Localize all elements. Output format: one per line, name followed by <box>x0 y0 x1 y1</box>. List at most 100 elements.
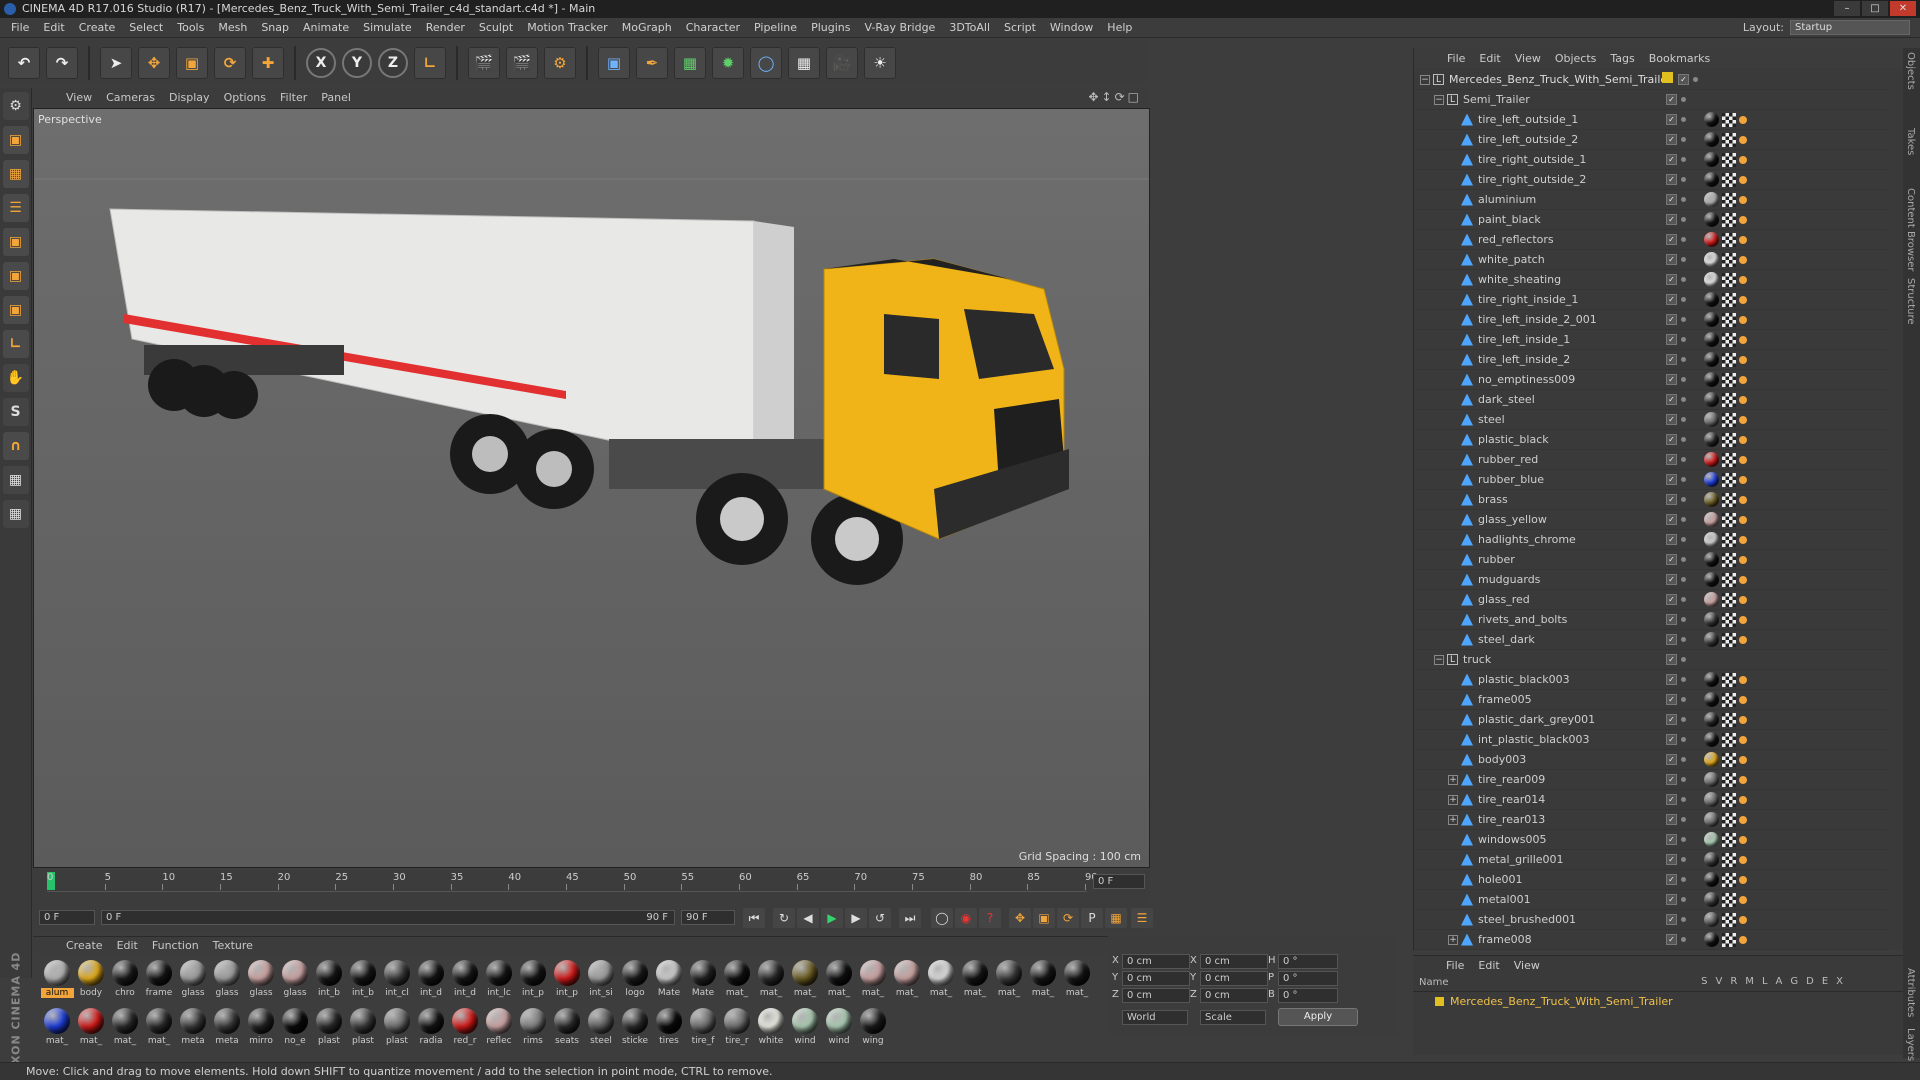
object-row[interactable]: tire_left_inside_1 ✓ <box>1414 330 1886 350</box>
array-generator-icon[interactable]: ✹ <box>712 47 744 79</box>
target-tag-icon[interactable] <box>1739 195 1747 204</box>
material-swatch[interactable]: mirro <box>244 1006 278 1054</box>
menu-motion-tracker[interactable]: Motion Tracker <box>520 21 614 34</box>
visibility-dot-icon[interactable] <box>1681 137 1686 142</box>
target-tag-icon[interactable] <box>1739 555 1747 564</box>
previous-frame-button[interactable]: ◀ <box>797 908 819 928</box>
material-swatch[interactable]: frame <box>142 958 176 1006</box>
side-tab-objects[interactable]: Objects <box>1905 52 1916 90</box>
coord-value-field[interactable]: 0 cm <box>1122 988 1190 1003</box>
minimize-button[interactable]: – <box>1834 1 1860 16</box>
object-row[interactable]: aluminium ✓ <box>1414 190 1886 210</box>
layer-flag-column[interactable]: D <box>1806 976 1814 987</box>
visibility-dot-icon[interactable] <box>1681 317 1686 322</box>
layer-menu-view[interactable]: View <box>1507 959 1547 972</box>
visibility-dot-icon[interactable] <box>1681 217 1686 222</box>
material-swatch[interactable]: meta <box>176 1006 210 1054</box>
expand-toggle-icon[interactable]: + <box>1448 934 1458 945</box>
layer-color-tag-icon[interactable] <box>1662 72 1673 83</box>
object-menu-objects[interactable]: Objects <box>1548 52 1604 65</box>
object-row[interactable]: white_patch ✓ <box>1414 250 1886 270</box>
viewport-menu-cameras[interactable]: Cameras <box>99 91 162 104</box>
object-row[interactable]: − Ltruck ✓ <box>1414 650 1886 670</box>
enable-checkbox-icon[interactable]: ✓ <box>1666 334 1677 345</box>
enable-checkbox-icon[interactable]: ✓ <box>1666 554 1677 565</box>
enable-checkbox-icon[interactable]: ✓ <box>1666 834 1677 845</box>
object-row[interactable]: tire_left_inside_2_001 ✓ <box>1414 310 1886 330</box>
visibility-dot-icon[interactable] <box>1681 437 1686 442</box>
target-tag-icon[interactable] <box>1739 115 1747 124</box>
viewport-menu-display[interactable]: Display <box>162 91 217 104</box>
material-swatch[interactable]: mat_ <box>924 958 958 1006</box>
layer-menu-edit[interactable]: Edit <box>1471 959 1506 972</box>
object-row[interactable]: tire_right_outside_2 ✓ <box>1414 170 1886 190</box>
material-swatch[interactable]: plast <box>380 1006 414 1054</box>
viewport-menu-panel[interactable]: Panel <box>314 91 358 104</box>
material-swatch[interactable]: int_p <box>550 958 584 1006</box>
texture-tag-icon[interactable] <box>1722 192 1736 207</box>
visibility-dot-icon[interactable] <box>1681 657 1686 662</box>
material-tag-icon[interactable] <box>1704 112 1719 127</box>
material-swatch[interactable]: wind <box>788 1006 822 1054</box>
texture-tag-icon[interactable] <box>1722 852 1736 867</box>
texture-tag-icon[interactable] <box>1722 752 1736 767</box>
enable-checkbox-icon[interactable]: ✓ <box>1666 754 1677 765</box>
object-row[interactable]: rubber ✓ <box>1414 550 1886 570</box>
texture-tag-icon[interactable] <box>1722 832 1736 847</box>
object-row[interactable]: mudguards ✓ <box>1414 570 1886 590</box>
enable-checkbox-icon[interactable]: ✓ <box>1666 654 1677 665</box>
layer-flag-column[interactable]: X <box>1836 976 1843 987</box>
enable-checkbox-icon[interactable]: ✓ <box>1678 74 1689 85</box>
target-tag-icon[interactable] <box>1739 155 1747 164</box>
menu-edit[interactable]: Edit <box>36 21 71 34</box>
texture-mode-icon[interactable]: ▦ <box>2 160 29 188</box>
coord-mode-dropdown[interactable]: World <box>1122 1010 1188 1025</box>
visibility-dot-icon[interactable] <box>1681 497 1686 502</box>
visibility-dot-icon[interactable] <box>1681 937 1686 942</box>
coord-value-field[interactable]: 0 ° <box>1278 954 1338 969</box>
visibility-dot-icon[interactable] <box>1681 237 1686 242</box>
texture-tag-icon[interactable] <box>1722 772 1736 787</box>
object-row[interactable]: metal001 ✓ <box>1414 890 1886 910</box>
texture-tag-icon[interactable] <box>1722 212 1736 227</box>
material-swatch[interactable]: tire_r <box>720 1006 754 1054</box>
expand-toggle-icon[interactable]: + <box>1448 794 1458 805</box>
target-tag-icon[interactable] <box>1739 175 1747 184</box>
frame-range-slider[interactable]: 0 F 90 F <box>101 910 675 925</box>
texture-tag-icon[interactable] <box>1722 232 1736 247</box>
render-settings-icon[interactable]: ⚙ <box>544 47 576 79</box>
visibility-dot-icon[interactable] <box>1681 777 1686 782</box>
enable-checkbox-icon[interactable]: ✓ <box>1666 674 1677 685</box>
object-row[interactable]: body003 ✓ <box>1414 750 1886 770</box>
autokey-icon[interactable]: ◉ <box>955 908 977 928</box>
target-tag-icon[interactable] <box>1739 375 1747 384</box>
coord-value-field[interactable]: 0 ° <box>1278 988 1338 1003</box>
visibility-dot-icon[interactable] <box>1681 557 1686 562</box>
select-tool-icon[interactable]: ➤ <box>100 47 132 79</box>
layer-flag-column[interactable]: V <box>1716 976 1723 987</box>
layer-flag-column[interactable]: L <box>1762 976 1768 987</box>
material-swatch[interactable]: body <box>74 958 108 1006</box>
target-tag-icon[interactable] <box>1739 815 1747 824</box>
material-swatch[interactable]: plast <box>346 1006 380 1054</box>
render-view-icon[interactable]: 🎬 <box>468 47 500 79</box>
magnet-icon[interactable]: ∩ <box>2 432 29 460</box>
target-tag-icon[interactable] <box>1739 415 1747 424</box>
material-swatch[interactable]: meta <box>210 1006 244 1054</box>
material-swatch[interactable]: glass <box>210 958 244 1006</box>
texture-tag-icon[interactable] <box>1722 932 1736 947</box>
spline-pen-icon[interactable]: ✒ <box>636 47 668 79</box>
visibility-dot-icon[interactable] <box>1681 717 1686 722</box>
target-tag-icon[interactable] <box>1739 695 1747 704</box>
visibility-dot-icon[interactable] <box>1681 637 1686 642</box>
material-swatch[interactable]: logo <box>618 958 652 1006</box>
material-swatch[interactable]: tire_f <box>686 1006 720 1054</box>
object-row[interactable]: hadlights_chrome ✓ <box>1414 530 1886 550</box>
material-tag-icon[interactable] <box>1704 472 1719 487</box>
object-row[interactable]: tire_left_outside_1 ✓ <box>1414 110 1886 130</box>
texture-tag-icon[interactable] <box>1722 372 1736 387</box>
enable-checkbox-icon[interactable]: ✓ <box>1666 274 1677 285</box>
material-swatch[interactable]: sticke <box>618 1006 652 1054</box>
visibility-dot-icon[interactable] <box>1681 357 1686 362</box>
floor-scene-icon[interactable]: ▦ <box>788 47 820 79</box>
